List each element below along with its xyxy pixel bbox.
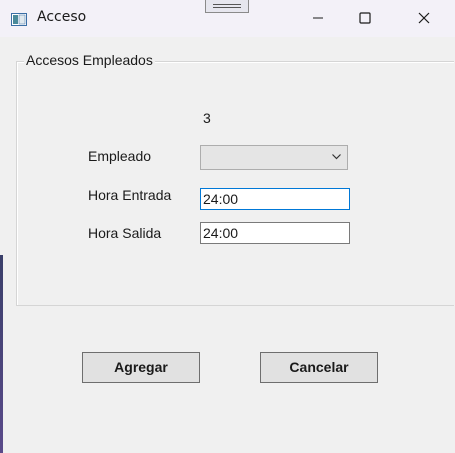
hora-entrada-input[interactable]: 24:00: [200, 188, 350, 210]
app-window-icon: [11, 11, 27, 26]
desktop-edge: [0, 255, 3, 453]
maximize-icon: [359, 12, 371, 24]
chevron-down-icon: [332, 154, 341, 160]
hora-salida-input[interactable]: 24:00: [200, 222, 350, 244]
title-bar[interactable]: Acceso: [0, 0, 455, 37]
empleado-label: Empleado: [88, 148, 152, 164]
drag-handle-icon[interactable]: [205, 0, 249, 13]
accesos-empleados-groupbox: [16, 61, 454, 306]
hora-salida-label: Hora Salida: [88, 225, 162, 241]
hora-entrada-value: 24:00: [203, 191, 239, 207]
id-value-label: 3: [203, 110, 211, 126]
maximize-button[interactable]: [342, 0, 388, 36]
window-title: Acceso: [37, 9, 87, 25]
agregar-button[interactable]: Agregar: [82, 352, 200, 383]
minimize-icon: [313, 17, 323, 19]
cancelar-button[interactable]: Cancelar: [260, 352, 378, 383]
acceso-window: Acceso Accesos Empleados 3 Empleado Hora…: [0, 0, 455, 453]
empleado-combobox[interactable]: [200, 145, 348, 170]
hora-salida-value: 24:00: [203, 225, 239, 241]
groupbox-title: Accesos Empleados: [24, 52, 155, 68]
minimize-button[interactable]: [295, 0, 341, 36]
close-button[interactable]: [401, 0, 447, 36]
close-icon: [418, 12, 430, 24]
hora-entrada-label: Hora Entrada: [88, 187, 172, 203]
